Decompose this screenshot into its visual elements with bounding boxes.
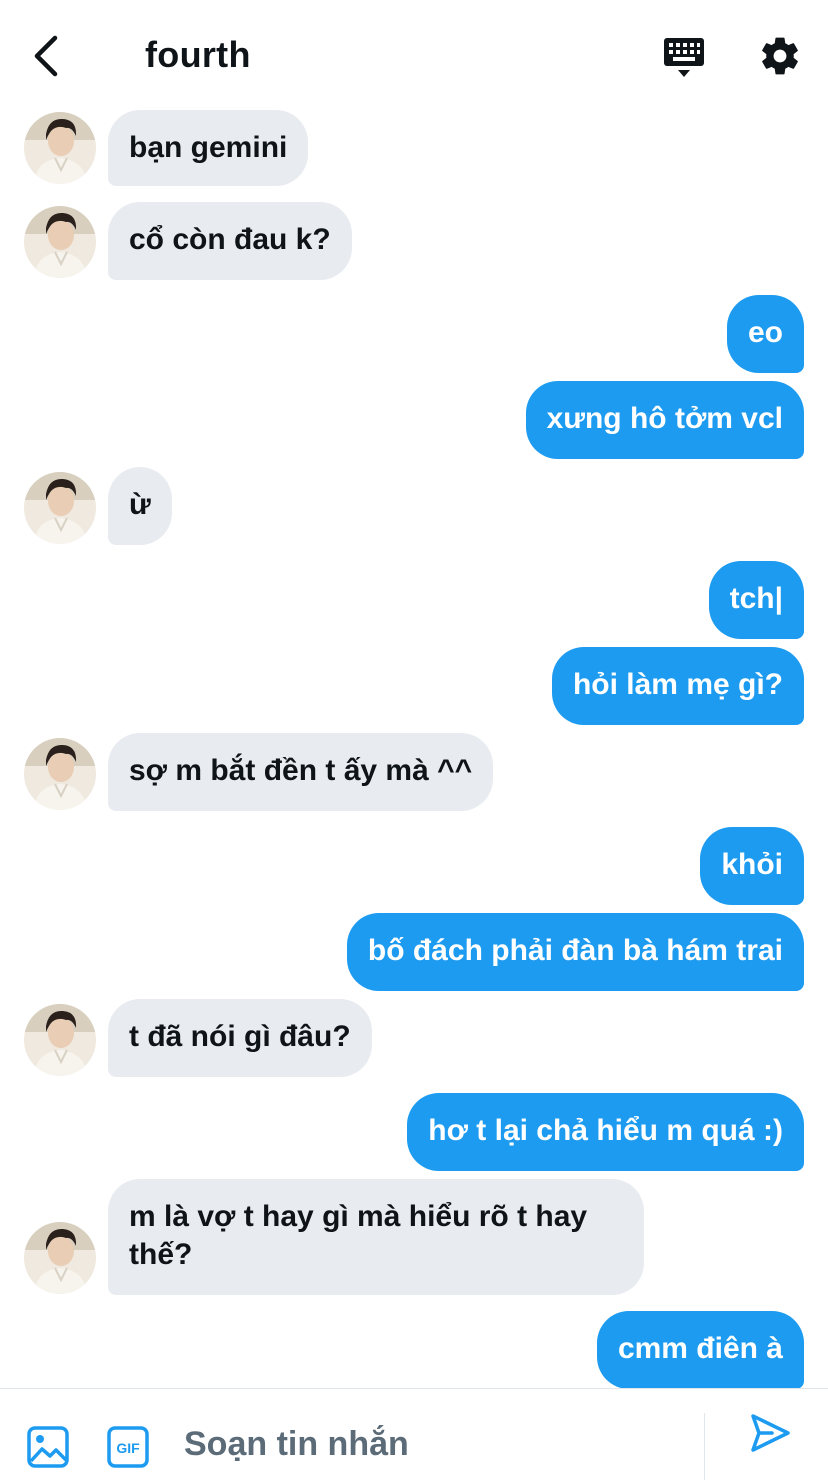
message-row: ừ — [0, 467, 828, 545]
avatar[interactable] — [24, 738, 96, 810]
chevron-left-icon — [34, 35, 58, 77]
message-bubble-outgoing[interactable]: hơ t lại chả hiểu m quá :) — [407, 1093, 804, 1171]
conversation-header: fourth — [0, 0, 828, 110]
message-bubble-incoming[interactable]: m là vợ t hay gì mà hiểu rõ t hay thế? — [108, 1179, 644, 1295]
conversation-title: fourth — [145, 34, 251, 75]
gear-icon — [762, 37, 798, 75]
message-thread[interactable]: bạn gemini cổ còn đau k? eo xưng hô tởm … — [0, 0, 828, 1389]
message-bubble-incoming[interactable]: sợ m bắt đền t ấy mà ^^ — [108, 733, 494, 811]
gif-button[interactable]: GIF — [106, 1425, 150, 1469]
image-icon — [27, 1426, 69, 1468]
dm-screen: bạn gemini cổ còn đau k? eo xưng hô tởm … — [0, 0, 828, 1480]
composer-divider — [704, 1413, 705, 1480]
message-bubble-outgoing[interactable]: khỏi — [700, 827, 804, 905]
avatar[interactable] — [24, 1004, 96, 1076]
send-button[interactable] — [748, 1411, 796, 1459]
message-bubble-incoming[interactable]: cổ còn đau k? — [108, 202, 352, 280]
avatar[interactable] — [24, 1222, 96, 1294]
message-composer: GIF — [0, 1388, 828, 1480]
message-row: t đã nói gì đâu? — [0, 999, 828, 1077]
message-bubble-incoming[interactable]: t đã nói gì đâu? — [108, 999, 372, 1077]
message-row: bạn gemini — [0, 110, 828, 186]
settings-button[interactable] — [756, 32, 804, 80]
avatar[interactable] — [24, 206, 96, 278]
gif-label: GIF — [116, 1440, 140, 1456]
avatar[interactable] — [24, 112, 96, 184]
keyboard-icon — [664, 38, 704, 77]
message-input[interactable] — [184, 1419, 684, 1469]
gif-icon: GIF — [107, 1426, 149, 1468]
message-bubble-outgoing[interactable]: tch| — [708, 561, 804, 639]
keyboard-button[interactable] — [660, 34, 708, 80]
send-icon — [751, 1414, 790, 1452]
message-bubble-outgoing[interactable]: eo — [726, 295, 804, 373]
message-bubble-outgoing[interactable]: xưng hô tởm vcl — [525, 381, 804, 459]
add-media-button[interactable] — [26, 1425, 70, 1469]
message-row: sợ m bắt đền t ấy mà ^^ — [0, 733, 828, 811]
message-row: cổ còn đau k? — [0, 202, 828, 280]
message-bubble-incoming[interactable]: ừ — [108, 467, 172, 545]
message-bubble-outgoing[interactable]: bố đách phải đàn bà hám trai — [346, 913, 804, 991]
message-bubble-outgoing[interactable]: hỏi làm mẹ gì? — [551, 647, 804, 725]
message-bubble-incoming[interactable]: bạn gemini — [108, 110, 309, 186]
back-button[interactable] — [26, 34, 66, 78]
message-bubble-outgoing[interactable]: cmm điên à — [596, 1311, 804, 1389]
message-row: m là vợ t hay gì mà hiểu rõ t hay thế? — [0, 1179, 828, 1295]
avatar[interactable] — [24, 472, 96, 544]
